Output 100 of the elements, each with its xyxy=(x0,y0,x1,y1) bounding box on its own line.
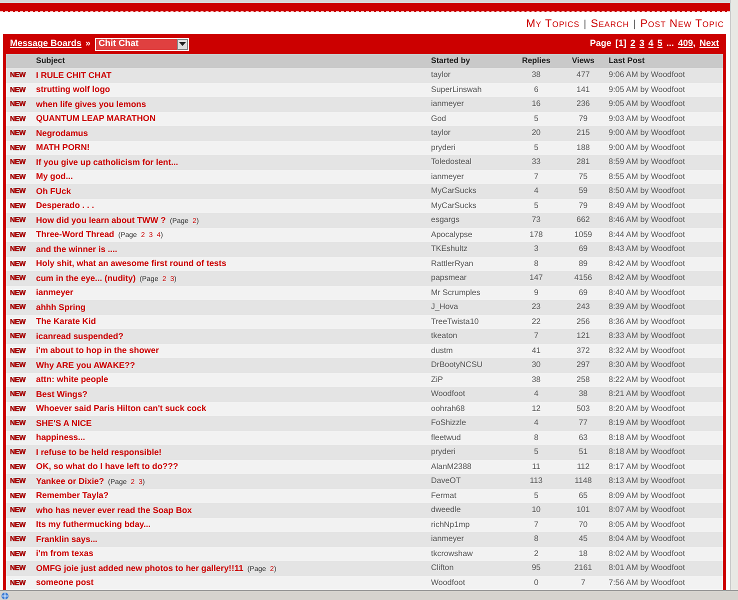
table-cell: 51 xyxy=(562,445,605,460)
table-cell: 69 xyxy=(562,286,605,300)
column-header: Subject xyxy=(32,54,427,68)
table-cell: Fermat xyxy=(427,488,511,503)
table-cell: 8:32 AM by Woodfoot xyxy=(604,344,723,358)
topic-link[interactable]: Three-Word Thread xyxy=(36,229,114,239)
topic-link[interactable]: I RULE CHIT CHAT xyxy=(36,70,112,80)
topic-link[interactable]: Best Wings? xyxy=(36,388,88,399)
topic-link[interactable]: happiness... xyxy=(36,432,86,442)
table-cell: 63 xyxy=(562,430,605,445)
table-cell: richNp1mp xyxy=(427,518,511,532)
nav-link[interactable]: Post New Topic xyxy=(640,16,724,32)
topic-link[interactable]: Negrodamus xyxy=(36,128,88,138)
next-link[interactable]: Next xyxy=(699,37,719,51)
table-cell: 178 xyxy=(510,228,562,242)
table-cell: fleetwud xyxy=(427,430,511,445)
topic-link[interactable]: Oh FUck xyxy=(36,186,71,196)
table-cell: 5 xyxy=(510,112,562,126)
topic-link[interactable]: The Karate Kid xyxy=(36,316,96,326)
table-cell: ianmeyer xyxy=(427,97,511,112)
table-cell: FoShizzle xyxy=(427,416,511,430)
table-cell: 8:43 AM by Woodfoot xyxy=(604,242,723,256)
table-cell: 236 xyxy=(562,97,605,112)
page-link[interactable]: 4 xyxy=(648,37,654,51)
table-cell: 30 xyxy=(510,358,562,372)
table-cell: 79 xyxy=(562,112,605,126)
topic-link[interactable]: SHE'S A NICE xyxy=(36,418,92,428)
table-cell: dweedle xyxy=(427,503,511,518)
table-cell: Woodfoot xyxy=(427,576,511,590)
forum-select[interactable]: Chit Chat xyxy=(94,38,189,50)
nav-link[interactable]: Search xyxy=(590,16,630,32)
topic-link[interactable]: OMFG joie just added new photos to her gallery!!11 xyxy=(36,562,244,572)
table-cell: 65 xyxy=(562,488,605,503)
table-cell: 8:05 AM by Woodfoot xyxy=(604,518,723,532)
breadcrumb-separator: » xyxy=(86,37,91,50)
table-cell: 662 xyxy=(562,213,605,228)
topic-link[interactable]: Remember Tayla? xyxy=(36,490,109,500)
topic-link[interactable]: attn: white people xyxy=(36,374,108,384)
table-cell: 4 xyxy=(510,184,562,198)
table-cell: 121 xyxy=(562,329,605,344)
globe-icon xyxy=(1,592,9,600)
table-cell: God xyxy=(427,112,511,126)
topic-link[interactable]: i'm from texas xyxy=(36,548,94,558)
table-cell: 4 xyxy=(510,416,562,430)
table-cell: 18 xyxy=(562,546,605,561)
table-cell: 10 xyxy=(510,503,562,518)
table-cell: 8 xyxy=(510,532,562,546)
topic-link[interactable]: Desperado . . . xyxy=(36,200,94,210)
topic-link[interactable]: MATH PORN! xyxy=(36,142,90,152)
topic-link[interactable]: ianmeyer xyxy=(36,287,74,298)
topic-link[interactable]: someone post xyxy=(36,577,94,588)
nav-link[interactable]: My Topics xyxy=(526,16,580,32)
table-cell: 503 xyxy=(562,402,605,416)
column-header: Started by xyxy=(427,54,511,68)
table-cell: 69 xyxy=(562,242,605,256)
table-cell: DrBootyNCSU xyxy=(427,358,511,372)
page-link[interactable]: 409 xyxy=(678,37,693,51)
link-separator: | xyxy=(632,18,638,32)
table-cell: 188 xyxy=(562,140,605,155)
table-cell: 9:00 AM by Woodfoot xyxy=(604,140,723,155)
table-cell: 372 xyxy=(562,344,605,358)
table-cell: 8:02 AM by Woodfoot xyxy=(604,546,723,561)
table-cell: DaveOT xyxy=(427,474,511,488)
table-cell: RattlerRyan xyxy=(427,256,511,271)
table-cell: 73 xyxy=(510,213,562,228)
column-header: Replies xyxy=(510,54,562,68)
table-cell: 2161 xyxy=(562,561,605,576)
table-cell: Woodfoot xyxy=(427,387,511,402)
table-cell: 243 xyxy=(562,300,605,314)
table-cell: 8:21 AM by Woodfoot xyxy=(604,387,723,402)
table-cell: 38 xyxy=(562,387,605,402)
page-link[interactable]: 3 xyxy=(639,37,644,51)
topic-link[interactable]: and the winner is .... xyxy=(36,244,118,254)
current-page: [1] xyxy=(615,37,626,50)
table-cell: MyCarSucks xyxy=(427,184,511,198)
topic-link[interactable]: strutting wolf logo xyxy=(36,84,110,94)
table-cell: 0 xyxy=(510,576,562,590)
page-link[interactable]: 2 xyxy=(630,37,636,51)
table-cell: 5 xyxy=(510,488,562,503)
table-cell: Clifton xyxy=(427,561,511,576)
table-cell: 8:42 AM by Woodfoot xyxy=(604,271,723,286)
topic-link[interactable]: icanread suspended? xyxy=(36,330,124,341)
page-link[interactable]: 5 xyxy=(657,37,662,51)
table-cell: 8:59 AM by Woodfoot xyxy=(604,155,723,170)
table-cell: 113 xyxy=(510,474,562,488)
table-cell: 89 xyxy=(562,256,605,271)
topic-link[interactable]: Yankee or Dixie? xyxy=(36,476,104,486)
table-cell: 7:56 AM by Woodfoot xyxy=(604,576,723,590)
topic-link[interactable]: Why ARE you AWAKE?? xyxy=(36,360,136,370)
table-cell: 8:49 AM by Woodfoot xyxy=(604,198,723,213)
topic-link[interactable]: cum in the eye... (nudity) xyxy=(36,272,136,282)
topic-link[interactable]: My god... xyxy=(36,171,73,182)
topic-link[interactable]: Franklin says... xyxy=(36,534,98,544)
separator: , xyxy=(692,37,696,50)
table-cell: 38 xyxy=(510,372,562,387)
caret-icon xyxy=(176,38,188,50)
topic-link[interactable]: ahhh Spring xyxy=(36,302,86,312)
topic-link[interactable]: How did you learn about TWW ? xyxy=(36,214,166,224)
breadcrumb-link[interactable]: Message Boards xyxy=(10,37,82,51)
table-cell: 256 xyxy=(562,314,605,329)
